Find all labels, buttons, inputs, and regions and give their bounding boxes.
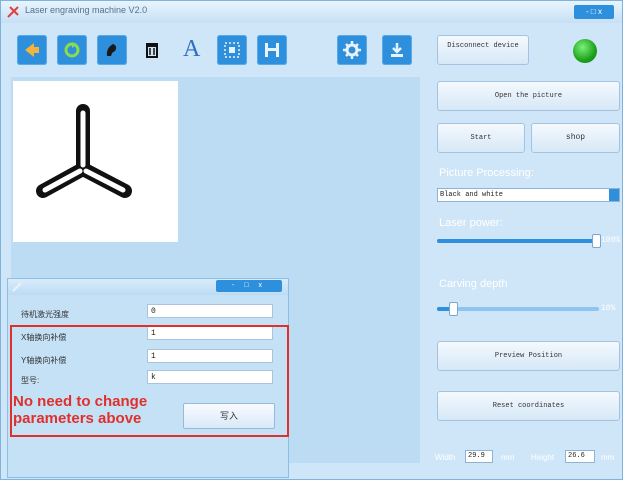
chain-link-image — [36, 104, 132, 198]
preview-position-button[interactable]: Preview Position — [437, 341, 620, 371]
disconnect-device-button[interactable]: Disconnect device — [437, 35, 529, 65]
height-input[interactable]: 26.6 — [565, 450, 595, 463]
carving-depth-percent: 10% — [601, 304, 616, 313]
chevron-down-icon[interactable] — [609, 189, 619, 201]
crop-icon — [224, 42, 240, 58]
arrow-icon — [25, 43, 39, 57]
width-unit: mm — [501, 453, 515, 462]
delete-button[interactable] — [137, 35, 167, 65]
settings-button[interactable] — [337, 35, 367, 65]
app-window: Laser engraving machine V2.0 - □ x A Dis… — [0, 0, 623, 480]
window-title: Laser engraving machine V2.0 — [25, 5, 148, 15]
dialog-app-icon — [12, 282, 22, 292]
annotation-text: No need to change parameters above — [13, 393, 148, 427]
width-label: Width — [435, 453, 456, 462]
height-unit: mm — [601, 453, 615, 462]
text-icon: A — [183, 36, 201, 62]
arrow-button[interactable] — [17, 35, 47, 65]
open-picture-button[interactable]: Open the picture — [437, 81, 620, 111]
write-button[interactable]: 写入 — [183, 403, 275, 429]
dialog-controls[interactable]: - □ x — [216, 280, 282, 292]
text-button[interactable]: A — [177, 35, 207, 65]
carving-depth-handle[interactable] — [449, 302, 459, 316]
standby-laser-input[interactable]: 0 — [147, 304, 273, 318]
paint-icon — [106, 44, 117, 56]
refresh-button[interactable] — [57, 35, 87, 65]
app-icon — [7, 6, 19, 18]
save-icon — [265, 43, 279, 57]
dialog-title-bar: - □ x — [8, 279, 288, 295]
shop-button[interactable]: shop — [531, 123, 620, 153]
laser-power-label: Laser power: — [439, 217, 503, 229]
picture-processing-value: Black and white — [440, 191, 504, 199]
width-input[interactable]: 29.9 — [465, 450, 493, 463]
laser-power-fill — [437, 239, 596, 243]
download-button[interactable] — [382, 35, 412, 65]
window-controls[interactable]: - □ x — [574, 5, 614, 19]
laser-power-percent: 100% — [601, 236, 621, 245]
laser-power-slider[interactable] — [437, 234, 601, 248]
trash-icon — [146, 43, 158, 58]
connection-status-icon — [573, 39, 597, 63]
height-label: Height — [531, 453, 555, 462]
carving-depth-label: Carving depth — [439, 278, 508, 290]
refresh-icon — [64, 42, 80, 58]
paint-button[interactable] — [97, 35, 127, 65]
start-button[interactable]: Start — [437, 123, 525, 153]
settings-icon — [343, 41, 361, 59]
laser-power-handle[interactable] — [591, 234, 601, 248]
save-button[interactable] — [257, 35, 287, 65]
standby-laser-label: 待机激光强度 — [21, 310, 69, 319]
image-canvas[interactable] — [13, 81, 178, 242]
download-icon — [391, 43, 403, 57]
picture-processing-select[interactable]: Black and white — [437, 188, 620, 202]
picture-processing-label: Picture Processing: — [439, 167, 534, 179]
crop-button[interactable] — [217, 35, 247, 65]
reset-coordinates-button[interactable]: Reset coordinates — [437, 391, 620, 421]
carving-depth-slider[interactable] — [437, 302, 599, 316]
title-bar: Laser engraving machine V2.0 - □ x — [1, 1, 622, 23]
